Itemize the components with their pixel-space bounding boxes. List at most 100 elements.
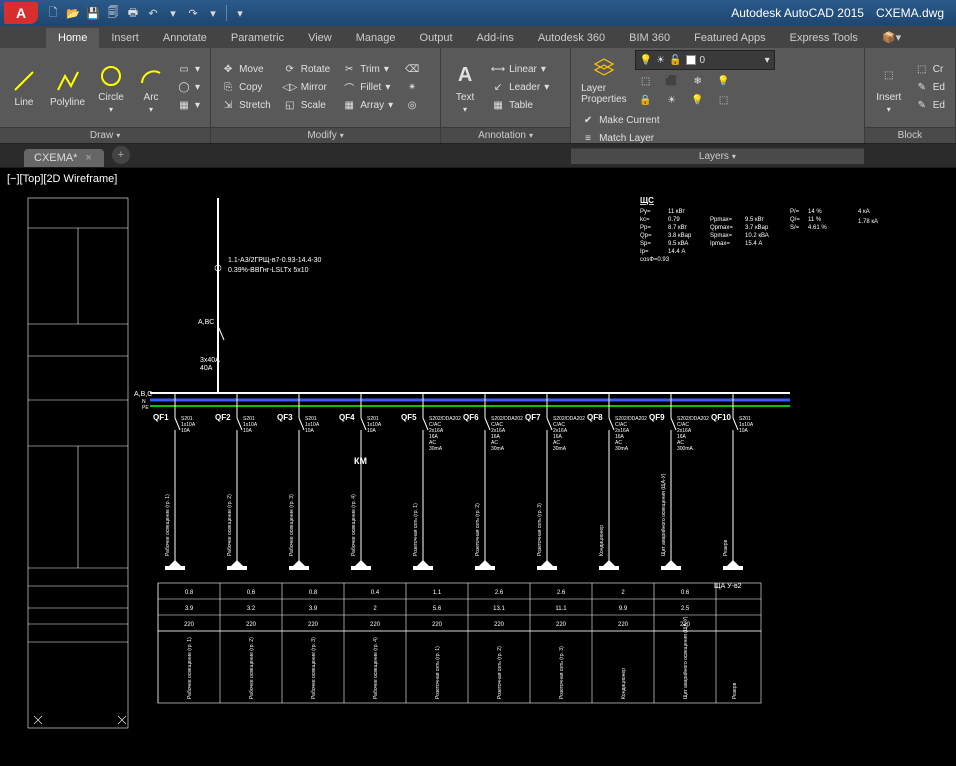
- tab-parametric[interactable]: Parametric: [219, 28, 296, 48]
- layer-freeze-button[interactable]: ❄: [687, 73, 709, 89]
- svg-text:10A: 10A: [243, 428, 253, 434]
- lock-icon: 🔒: [639, 93, 653, 107]
- rotate-button[interactable]: ⟳Rotate: [279, 62, 334, 78]
- tab-featured[interactable]: Featured Apps: [682, 28, 778, 48]
- save-icon[interactable]: 💾: [84, 4, 102, 22]
- autocad-logo-icon[interactable]: A: [4, 2, 38, 24]
- layer-states-button[interactable]: ⬚: [635, 73, 657, 89]
- tab-output[interactable]: Output: [408, 28, 465, 48]
- switch-rating-2: 40A: [200, 365, 213, 372]
- svg-text:QF9: QF9: [649, 413, 665, 422]
- linear-dim-button[interactable]: ⟷Linear ▾: [487, 62, 553, 78]
- tab-a360[interactable]: Autodesk 360: [526, 28, 617, 48]
- fillet-icon: ⌒: [342, 81, 356, 95]
- polyline-button[interactable]: Polyline: [46, 65, 89, 110]
- svg-text:Резерв: Резерв: [732, 682, 738, 699]
- svg-text:Щит аварийного освещения (ЩА-У: Щит аварийного освещения (ЩА-У): [660, 473, 667, 556]
- erase-button[interactable]: ⌫: [401, 62, 423, 78]
- layer-more-button[interactable]: ⬚: [713, 92, 735, 108]
- fillet-button[interactable]: ⌒Fillet ▾: [338, 80, 397, 96]
- svg-text:10.2 кВА: 10.2 кВА: [745, 233, 769, 239]
- layer-off-button[interactable]: 💡: [713, 73, 735, 89]
- layer-on-button[interactable]: 💡: [687, 92, 709, 108]
- drawing-canvas[interactable]: [−][Top][2D Wireframe] 1.1-А3/2ГРЩ-в7-0.…: [0, 168, 956, 766]
- rect-icon: ▭: [177, 63, 191, 77]
- layer-thaw-button[interactable]: ☀: [661, 92, 683, 108]
- svg-text:10A: 10A: [739, 428, 749, 434]
- doc-tab[interactable]: CXEMA* ×: [24, 149, 104, 167]
- copy-button[interactable]: ⎘Copy: [217, 80, 275, 96]
- insert-block-button[interactable]: ⬚ Insert▾: [871, 60, 907, 116]
- svg-text:220: 220: [618, 622, 629, 628]
- switch-phases: A,BC: [198, 319, 214, 326]
- polyline-icon: [54, 67, 82, 95]
- saveas-icon[interactable]: 🗐: [104, 4, 122, 22]
- add-tab-button[interactable]: +: [112, 146, 130, 164]
- svg-text:QF10: QF10: [711, 413, 732, 422]
- panel-draw-title[interactable]: Draw▾: [0, 127, 210, 143]
- tab-addins[interactable]: Add-ins: [465, 28, 526, 48]
- panel-modify-title[interactable]: Modify▾: [211, 127, 440, 143]
- create-block-button[interactable]: ⬚Cr: [911, 62, 949, 78]
- tab-express[interactable]: Express Tools: [778, 28, 870, 48]
- layer-color-swatch: [686, 55, 696, 65]
- scale-button[interactable]: ◱Scale: [279, 98, 334, 114]
- open-icon[interactable]: 📂: [64, 4, 82, 22]
- tab-view[interactable]: View: [296, 28, 344, 48]
- circle-button[interactable]: Circle▾: [93, 60, 129, 116]
- svg-text:Pp=: Pp=: [640, 225, 651, 231]
- new-icon[interactable]: 🗋: [44, 4, 62, 22]
- svg-text:Рабочее освещение (гр. 1): Рабочее освещение (гр. 1): [165, 494, 171, 556]
- svg-text:Рабочее освещение (гр. 2): Рабочее освещение (гр. 2): [227, 494, 233, 556]
- close-icon[interactable]: ×: [85, 152, 91, 164]
- layer-combo[interactable]: 💡 ☀ 🔓 0 ▾: [635, 50, 775, 70]
- move-button[interactable]: ✥Move: [217, 62, 275, 78]
- offset-button[interactable]: ◎: [401, 98, 423, 114]
- freeze-icon: ❄: [691, 74, 705, 88]
- svg-text:Кондиционер: Кондиционер: [599, 525, 605, 556]
- edit-block-button[interactable]: ✎Ed: [911, 80, 949, 96]
- line-button[interactable]: Line: [6, 65, 42, 110]
- trim-button[interactable]: ✂Trim ▾: [338, 62, 397, 78]
- tab-home[interactable]: Home: [46, 28, 99, 48]
- match-layer-button[interactable]: ≡Match Layer: [577, 130, 664, 146]
- panel-annotation-title[interactable]: Annotation▾: [441, 127, 570, 143]
- svg-text:0.8: 0.8: [185, 590, 194, 596]
- tab-bim360[interactable]: BIM 360: [617, 28, 682, 48]
- undo-drop-icon[interactable]: ▾: [164, 4, 182, 22]
- svg-text:220: 220: [246, 622, 257, 628]
- make-current-button[interactable]: ✔Make Current: [577, 112, 664, 128]
- text-button[interactable]: A Text▾: [447, 60, 483, 116]
- mirror-button[interactable]: ◁▷Mirror: [279, 80, 334, 96]
- leader-button[interactable]: ↙Leader ▾: [487, 80, 553, 96]
- explode-button[interactable]: ✴: [401, 80, 423, 96]
- stretch-button[interactable]: ⇲Stretch: [217, 98, 275, 114]
- undo-icon[interactable]: ↶: [144, 4, 162, 22]
- redo-drop-icon[interactable]: ▾: [204, 4, 222, 22]
- qat-customize-icon[interactable]: ▾: [231, 4, 249, 22]
- tab-annotate[interactable]: Annotate: [151, 28, 219, 48]
- arc-button[interactable]: Arc▾: [133, 60, 169, 116]
- rect-button[interactable]: ▭▾: [173, 62, 204, 78]
- chevron-down-icon: ▾: [765, 55, 770, 66]
- edit-attr-button[interactable]: ✎Ed: [911, 98, 949, 114]
- panel-layers-title[interactable]: Layers▾: [571, 148, 864, 164]
- table-button[interactable]: ▦Table: [487, 98, 553, 114]
- layer-state-icon: ⬚: [639, 74, 653, 88]
- hatch-button[interactable]: ▦▾: [173, 98, 204, 114]
- ellipse-button[interactable]: ◯▾: [173, 80, 204, 96]
- tab-insert[interactable]: Insert: [99, 28, 151, 48]
- tab-manage[interactable]: Manage: [344, 28, 408, 48]
- layer-iso-button[interactable]: ⬛: [661, 73, 683, 89]
- array-button[interactable]: ▦Array ▾: [338, 98, 397, 114]
- svg-text:30mA: 30mA: [615, 446, 629, 452]
- svg-text:Розеточная сеть (гр. 1): Розеточная сеть (гр. 1): [413, 503, 419, 556]
- layer-properties-button[interactable]: Layer Properties: [577, 51, 631, 107]
- tab-overflow[interactable]: 📦▾: [870, 27, 913, 48]
- plot-icon[interactable]: 🖶: [124, 4, 142, 22]
- circle-icon: [97, 62, 125, 90]
- redo-icon[interactable]: ↷: [184, 4, 202, 22]
- panel-block-title[interactable]: Block: [865, 127, 955, 143]
- layer-lock-button[interactable]: 🔒: [635, 92, 657, 108]
- doc-tab-label: CXEMA*: [34, 152, 77, 164]
